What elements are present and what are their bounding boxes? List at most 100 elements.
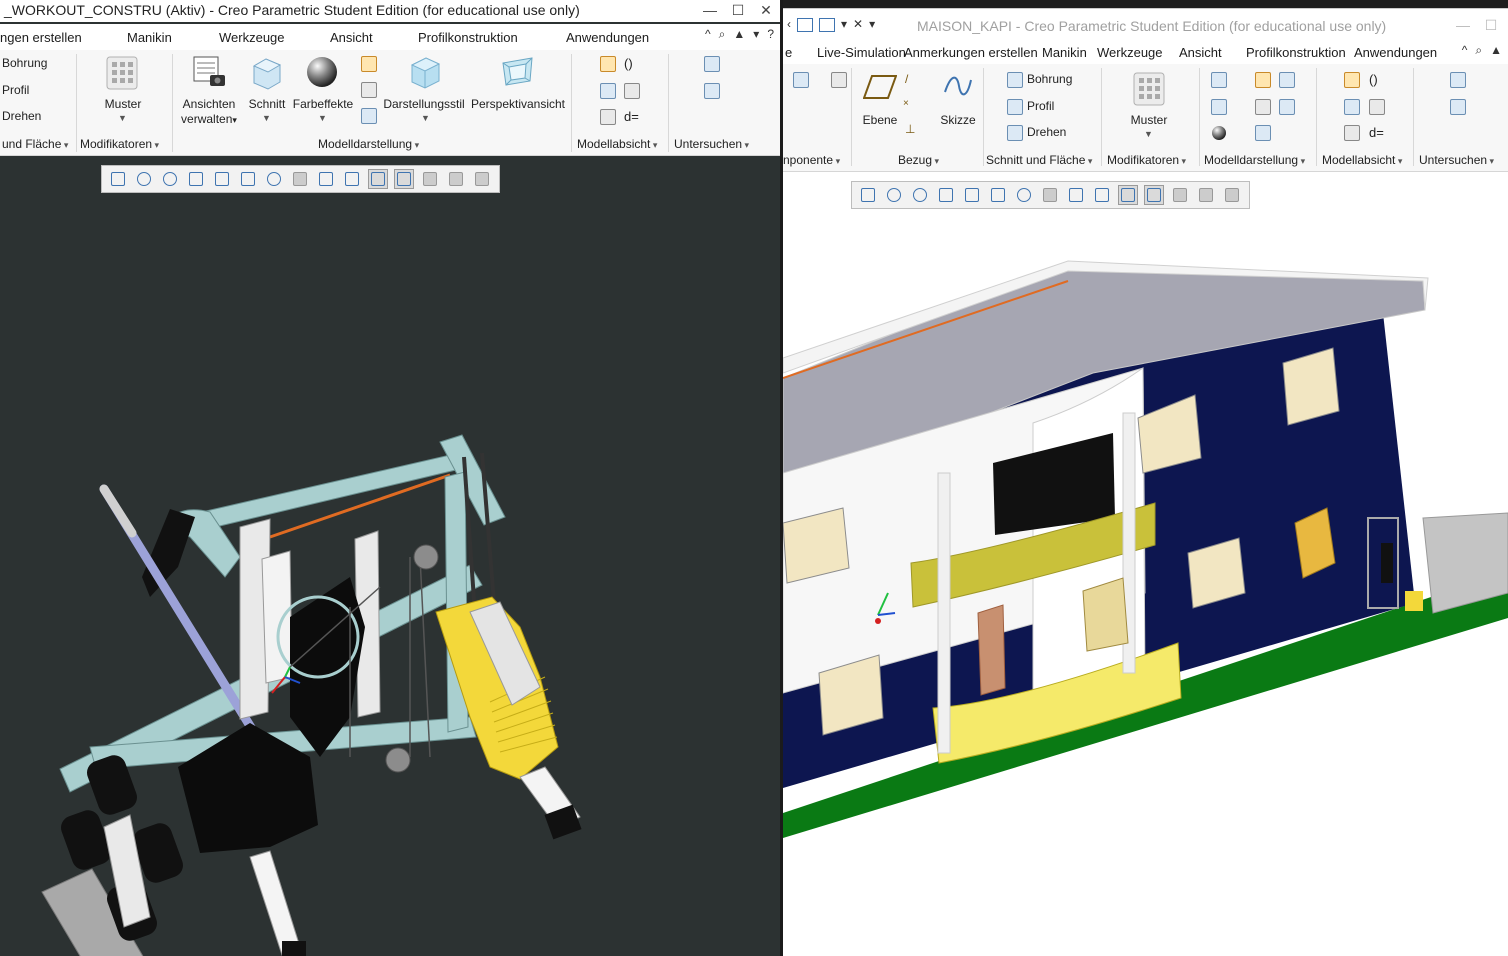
group-komponente[interactable]: nponente <box>783 153 840 167</box>
parameters-icon[interactable] <box>1344 99 1360 115</box>
profil-button[interactable]: Profil <box>2 83 29 97</box>
muster-button[interactable]: Muster <box>1125 113 1173 128</box>
muster-button[interactable]: Muster <box>98 97 148 112</box>
group-modellabsicht[interactable]: Modellabsicht <box>1322 153 1402 167</box>
group-modelldarstellung[interactable]: Modelldarstellung <box>1204 153 1305 167</box>
tab-anwendungen[interactable]: Anwendungen <box>1354 45 1437 60</box>
schnitt-button[interactable]: Schnitt <box>246 97 288 112</box>
tab-werkzeuge[interactable]: Werkzeuge <box>219 30 285 45</box>
tab-ansicht[interactable]: Ansicht <box>1179 45 1222 60</box>
group-schnitt-und-flaeche[interactable]: Schnitt und Fläche <box>986 153 1092 167</box>
left-graphics-viewport[interactable] <box>0 157 780 956</box>
axis-icon[interactable]: / <box>905 72 921 88</box>
family-table-icon[interactable] <box>1369 99 1385 115</box>
search-icon[interactable]: ⌕ <box>719 27 726 42</box>
tab-anwendungen[interactable]: Anwendungen <box>566 30 649 45</box>
relations-icon[interactable]: () <box>624 56 633 71</box>
tab-komponente[interactable]: e <box>785 45 792 60</box>
muster-dropdown-icon[interactable]: ▼ <box>118 113 127 123</box>
point-icon[interactable]: × <box>903 98 919 114</box>
muster-dropdown-icon[interactable]: ▼ <box>1144 129 1153 139</box>
minimize-ribbon-icon[interactable]: ^ <box>705 27 711 42</box>
tab-profilkonstruktion[interactable]: Profilkonstruktion <box>1246 45 1346 60</box>
farbeffekte-button[interactable]: Farbeffekte <box>290 97 356 112</box>
group-untersuchen[interactable]: Untersuchen <box>674 137 749 151</box>
prev-icon[interactable]: ‹ <box>787 17 791 32</box>
tab-anmerkungen-erstellen[interactable]: ngen erstellen <box>0 30 82 45</box>
model-info-icon[interactable] <box>1450 72 1466 88</box>
schnitt-dropdown-icon[interactable]: ▼ <box>262 113 271 123</box>
tab-live-simulation[interactable]: Live-Simulation <box>817 45 906 60</box>
perspective-grid-icon[interactable] <box>361 82 377 98</box>
scene-icon[interactable] <box>1255 72 1271 88</box>
group-bezug[interactable]: Bezug <box>898 153 939 167</box>
chevron-down-icon[interactable]: ▾ <box>753 27 759 42</box>
close-button[interactable]: ✕ <box>752 0 780 20</box>
maximize-button[interactable]: ☐ <box>1477 9 1505 41</box>
measure-icon[interactable] <box>1450 99 1466 115</box>
regenerate-icon[interactable] <box>797 18 813 32</box>
profil-button[interactable]: Profil <box>1027 99 1054 113</box>
tab-manikin[interactable]: Manikin <box>127 30 172 45</box>
spin-view-icon[interactable] <box>1255 125 1271 141</box>
perspective-grid-icon[interactable] <box>1255 99 1271 115</box>
ebene-button[interactable]: Ebene <box>859 113 901 128</box>
spin-view-icon[interactable] <box>361 108 377 124</box>
tab-anmerkungen-erstellen[interactable]: Anmerkungen erstellen <box>904 45 1038 60</box>
parameters-icon[interactable] <box>600 83 616 99</box>
farbeffekte-dropdown-icon[interactable]: ▼ <box>318 113 327 123</box>
tab-profilkonstruktion[interactable]: Profilkonstruktion <box>418 30 518 45</box>
switch-dimensions-icon[interactable] <box>1344 72 1360 88</box>
d-equals-icon[interactable]: d= <box>624 109 639 124</box>
table-icon[interactable] <box>600 109 616 125</box>
darstellungsstil-button[interactable]: Darstellungsstil <box>382 97 466 112</box>
windows-icon[interactable] <box>819 18 835 32</box>
minimize-ribbon-icon[interactable]: ^ <box>1462 43 1468 58</box>
search-icon[interactable]: ⌕ <box>1475 43 1482 58</box>
group-schnitt-und-flaeche[interactable]: und Fläche <box>2 137 68 151</box>
model-info-icon[interactable] <box>704 56 720 72</box>
group-modelldarstellung[interactable]: Modelldarstellung <box>318 137 419 151</box>
group-untersuchen[interactable]: Untersuchen <box>1419 153 1494 167</box>
measure-icon[interactable] <box>704 83 720 99</box>
drehen-button[interactable]: Drehen <box>1027 125 1066 139</box>
section-icon[interactable] <box>1211 99 1227 115</box>
darstellungsstil-dropdown-icon[interactable]: ▼ <box>421 113 430 123</box>
tab-werkzeuge[interactable]: Werkzeuge <box>1097 45 1163 60</box>
view-manager-icon[interactable] <box>1211 72 1227 88</box>
table-icon[interactable] <box>1344 125 1360 141</box>
csys-icon[interactable]: ⊥ <box>905 122 921 138</box>
customize-dropdown-icon[interactable]: ▾ <box>869 17 875 32</box>
d-equals-icon[interactable]: d= <box>1369 125 1384 140</box>
windows-dropdown-icon[interactable]: ▾ <box>841 17 847 32</box>
group-modellabsicht[interactable]: Modellabsicht <box>577 137 657 151</box>
family-table-icon[interactable] <box>624 83 640 99</box>
scene-icon[interactable] <box>361 56 377 72</box>
tab-ansicht[interactable]: Ansicht <box>330 30 373 45</box>
display-style-icon[interactable] <box>1279 72 1295 88</box>
switch-dimensions-icon[interactable] <box>600 56 616 72</box>
learning-icon[interactable]: ▲ <box>1490 43 1502 58</box>
component-icon[interactable] <box>793 72 809 88</box>
bohrung-button[interactable]: Bohrung <box>1027 72 1072 86</box>
drag-component-icon[interactable] <box>831 72 847 88</box>
perspective-view-icon[interactable] <box>1279 99 1295 115</box>
ansichten-verwalten-button[interactable]: Ansichten verwalten▾ <box>178 97 240 128</box>
maximize-button[interactable]: ☐ <box>724 0 752 20</box>
perspektivansicht-button[interactable]: Perspektivansicht <box>470 97 566 112</box>
bohrung-button[interactable]: Bohrung <box>2 56 47 70</box>
extrude-icon[interactable] <box>1007 99 1023 115</box>
group-modifikatoren[interactable]: Modifikatoren <box>1107 153 1186 167</box>
learning-icon[interactable]: ▲ <box>733 27 745 42</box>
group-modifikatoren[interactable]: Modifikatoren <box>80 137 159 151</box>
hole-icon[interactable] <box>1007 72 1023 88</box>
tab-manikin[interactable]: Manikin <box>1042 45 1087 60</box>
minimize-button[interactable]: — <box>1449 9 1477 41</box>
minimize-button[interactable]: — <box>696 0 724 20</box>
help-icon[interactable]: ? <box>767 27 774 42</box>
close-model-icon[interactable]: ✕ <box>853 17 863 32</box>
revolve-icon[interactable] <box>1007 125 1023 141</box>
relations-icon[interactable]: () <box>1369 72 1378 87</box>
drehen-button[interactable]: Drehen <box>2 109 41 123</box>
skizze-button[interactable]: Skizze <box>937 113 979 128</box>
